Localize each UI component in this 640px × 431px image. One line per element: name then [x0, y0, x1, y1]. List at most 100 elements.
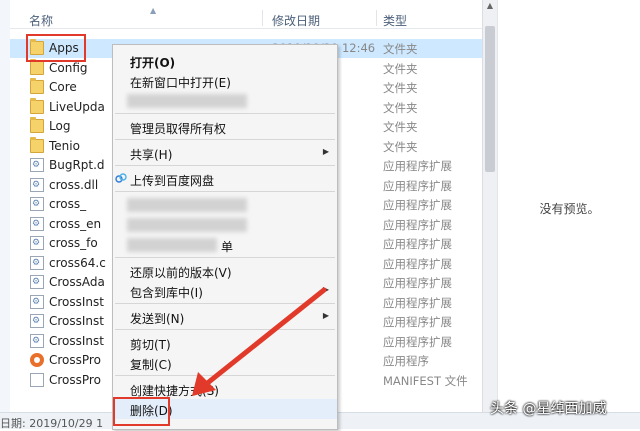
- file-type: 应用程序扩展: [383, 159, 452, 173]
- file-type: 应用程序扩展: [383, 178, 452, 193]
- sort-arrow-icon: ▲: [150, 6, 157, 15]
- menu-item[interactable]: 单: [113, 235, 337, 255]
- menu-item[interactable]: 共享(H) ▶: [113, 143, 337, 163]
- menu-item[interactable]: 管理员取得所有权: [113, 117, 337, 137]
- menu-item-label: 上传到百度网盘: [130, 174, 215, 188]
- file-type: 文件夹: [383, 139, 418, 154]
- baidu-cloud-icon: [115, 173, 127, 183]
- preview-message: 没有预览。: [539, 202, 600, 216]
- file-type: 应用程序扩展: [383, 276, 452, 290]
- dll-icon: [30, 236, 44, 250]
- menu-item[interactable]: 剪切(T): [113, 333, 337, 353]
- file-name: Log: [49, 119, 71, 133]
- file-name: LiveUpda: [49, 99, 105, 114]
- file-type: 应用程序扩展: [383, 237, 452, 251]
- menu-item-label: 共享(H): [130, 148, 173, 162]
- scroll-thumb[interactable]: [485, 26, 495, 172]
- menu-item[interactable]: 上传到百度网盘: [113, 169, 337, 189]
- menu-separator: [115, 329, 335, 330]
- file-type: 应用程序扩展: [383, 334, 452, 349]
- file-name: cross_fo: [49, 236, 98, 250]
- file-name: Core: [49, 80, 77, 94]
- folder-icon: [30, 78, 44, 94]
- column-type[interactable]: 类型: [383, 12, 407, 29]
- file-type: MANIFEST 文件: [383, 373, 468, 388]
- menu-item-label: 打开(O): [130, 56, 176, 70]
- file-name: cross64.c: [49, 255, 106, 270]
- menu-item[interactable]: 打开(O): [113, 51, 337, 71]
- file-type: 应用程序扩展: [383, 256, 452, 271]
- file-name: cross_: [49, 197, 87, 211]
- folder-icon: [30, 117, 44, 133]
- menu-separator: [115, 257, 335, 258]
- redacted-label: [127, 238, 217, 252]
- column-divider[interactable]: [376, 10, 377, 26]
- file-type: 应用程序扩展: [383, 315, 452, 329]
- file-name: CrossInst: [49, 333, 104, 348]
- redacted-label: [127, 218, 247, 232]
- file-name: cross.dll: [49, 177, 99, 192]
- dll-icon: [30, 177, 44, 192]
- dll-icon: [30, 294, 44, 309]
- file-type: 应用程序扩展: [383, 198, 452, 212]
- dll-icon: [30, 197, 44, 211]
- file-name: BugRpt.d: [49, 158, 105, 172]
- redacted-label: [127, 94, 247, 108]
- menu-item[interactable]: 复制(C): [113, 353, 337, 373]
- menu-item[interactable]: [113, 195, 337, 215]
- file-type: 文件夹: [383, 120, 418, 134]
- menu-item-label: 管理员取得所有权: [130, 122, 227, 136]
- file-type: 文件夹: [383, 42, 418, 56]
- status-text: 日期: 2019/10/29 1: [0, 417, 104, 430]
- submenu-arrow-icon: ▶: [322, 311, 329, 320]
- column-header: ▲ 名称 修改日期 类型: [10, 6, 482, 29]
- menu-separator: [115, 375, 335, 376]
- preview-pane: 没有预览。: [497, 0, 640, 412]
- dll-icon: [30, 314, 44, 328]
- scroll-up-icon[interactable]: ▲: [483, 0, 497, 12]
- dll-icon: [30, 255, 44, 270]
- file-name: CrossPro: [49, 353, 101, 367]
- menu-separator: [115, 139, 335, 140]
- dll-icon: [30, 275, 44, 289]
- menu-item-label: 还原以前的版本(V): [130, 266, 232, 280]
- vertical-scrollbar[interactable]: ▲: [482, 0, 497, 412]
- file-name: CrossInst: [49, 314, 104, 328]
- file-name: Config: [49, 60, 88, 75]
- column-divider[interactable]: [262, 10, 263, 26]
- context-menu: 打开(O) 在新窗口中打开(E) 管理员取得所有权 共享(H) ▶ 上传到百度网盘单还原以…: [112, 44, 338, 430]
- menu-item[interactable]: 还原以前的版本(V): [113, 261, 337, 281]
- menu-separator: [115, 113, 335, 114]
- menu-separator: [115, 191, 335, 192]
- menu-item[interactable]: 发送到(N) ▶: [113, 307, 337, 327]
- column-date[interactable]: 修改日期: [272, 12, 320, 29]
- folder-icon: [30, 136, 44, 153]
- dll-icon: [30, 216, 44, 231]
- submenu-arrow-icon: ▶: [322, 285, 329, 294]
- menu-item-label: 单: [221, 240, 234, 254]
- menu-item-label: 在新窗口中打开(E): [130, 76, 231, 90]
- file-name: CrossInst: [49, 294, 104, 309]
- menu-separator: [115, 165, 335, 166]
- file-name: Tenio: [49, 138, 80, 153]
- file-type: 文件夹: [383, 81, 418, 95]
- file-name: CrossPro: [49, 372, 101, 387]
- file-name: CrossAda: [49, 275, 105, 289]
- menu-separator: [115, 303, 335, 304]
- menu-item[interactable]: 包含到库中(I) ▶: [113, 281, 337, 301]
- dll-icon: [30, 158, 44, 172]
- menu-item[interactable]: 在新窗口中打开(E): [113, 71, 337, 91]
- file-name: cross_en: [49, 216, 102, 231]
- file-type: 文件夹: [383, 100, 418, 115]
- column-name[interactable]: 名称: [29, 12, 53, 29]
- menu-item[interactable]: [113, 215, 337, 235]
- watermark: 头条 @星绰西加威: [490, 401, 607, 417]
- file-type: 文件夹: [383, 61, 418, 76]
- menu-item-label: 复制(C): [130, 358, 172, 372]
- menu-item-label: 包含到库中(I): [130, 286, 203, 300]
- file-type: 应用程序扩展: [383, 295, 452, 310]
- exe-icon: [30, 353, 44, 367]
- menu-item[interactable]: [113, 91, 337, 111]
- menu-item-label: 发送到(N): [130, 312, 185, 326]
- menu-item[interactable]: 创建快捷方式(S): [113, 379, 337, 399]
